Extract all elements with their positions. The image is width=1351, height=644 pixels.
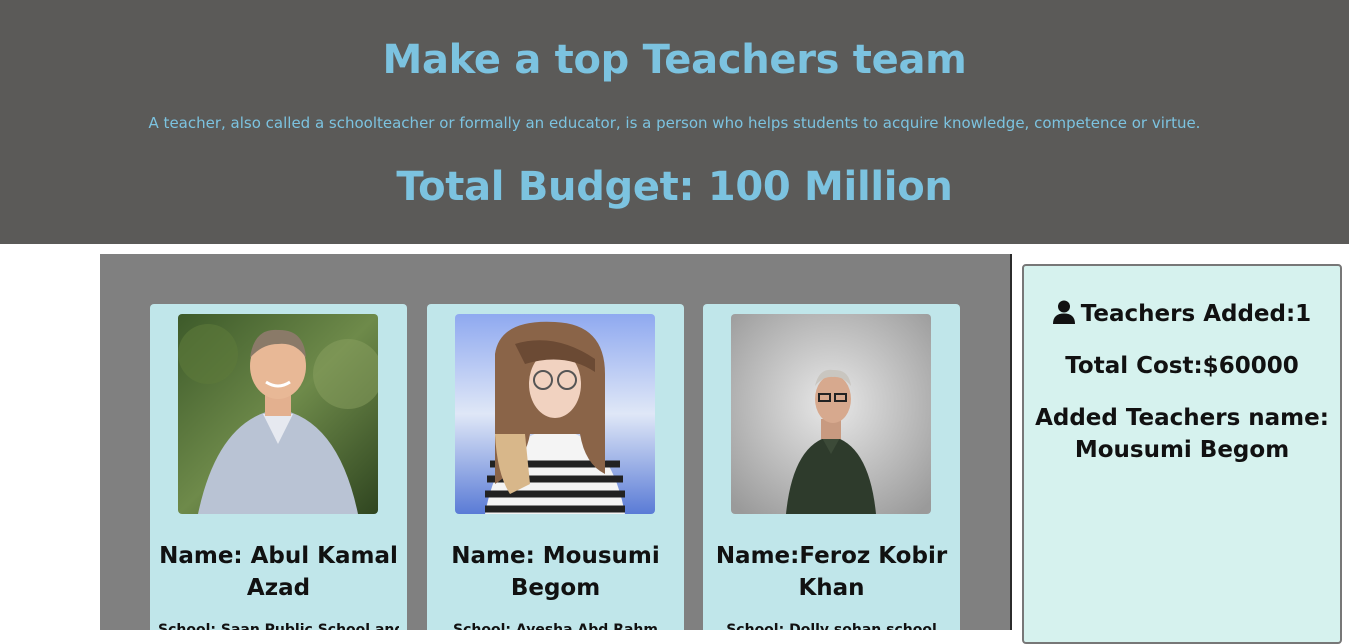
- total-cost: Total Cost:$60000: [1065, 353, 1299, 379]
- teacher-school: School: Ayesha Abd Rahm: [453, 622, 658, 630]
- teachers-panel: Name: Abul Kamal Azad School: Saan Publi…: [100, 254, 1012, 630]
- teachers-added-text: Teachers Added:1: [1080, 301, 1312, 327]
- added-teachers-label: Added Teachers name:: [1035, 405, 1329, 431]
- teachers-added-count: Teachers Added:1: [1024, 298, 1340, 330]
- teacher-school: School: Dolly sohan school: [726, 622, 937, 630]
- teacher-card: Name:Feroz Kobir Khan School: Dolly soha…: [703, 304, 960, 630]
- teacher-name: Name: Mousumi Begom: [451, 543, 660, 601]
- teacher-photo: [455, 314, 655, 514]
- cart-summary: Teachers Added:1 Total Cost:$60000 Added…: [1022, 264, 1342, 644]
- teacher-name: Name:Feroz Kobir Khan: [715, 543, 948, 601]
- teacher-photo: [731, 314, 931, 514]
- total-budget: Total Budget: 100 Million: [396, 164, 953, 210]
- teacher-card: Name: Abul Kamal Azad School: Saan Publi…: [150, 304, 407, 630]
- teacher-photo: [178, 314, 378, 514]
- teacher-card: Name: Mousumi Begom School: Ayesha Abd R…: [427, 304, 684, 630]
- user-icon: [1052, 300, 1075, 324]
- page-header: Make a top Teachers team A teacher, also…: [0, 0, 1349, 244]
- page-description: A teacher, also called a schoolteacher o…: [148, 114, 1201, 132]
- added-teachers-names: Mousumi Begom: [1074, 437, 1290, 463]
- teacher-name: Name: Abul Kamal Azad: [159, 543, 398, 601]
- teacher-school: School: Saan Public School and: [158, 622, 399, 630]
- page-title: Make a top Teachers team: [382, 37, 967, 83]
